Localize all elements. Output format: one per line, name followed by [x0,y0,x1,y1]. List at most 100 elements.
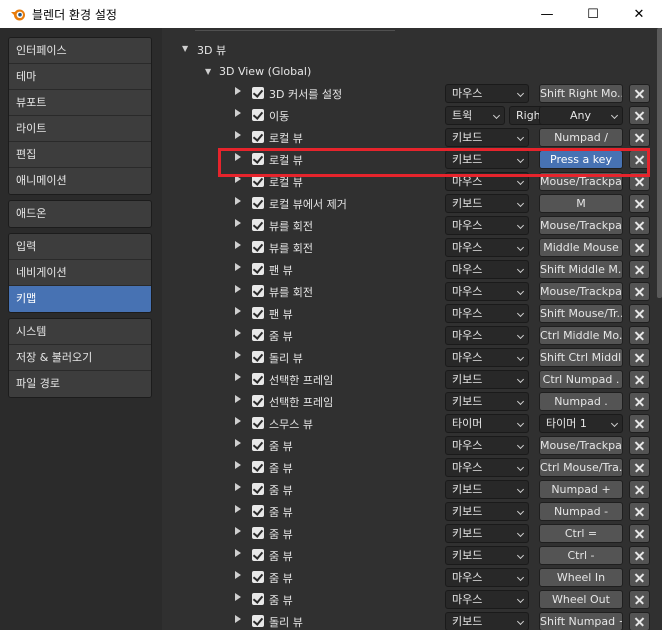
remove-keymap-item-button[interactable] [629,84,650,103]
key-binding-button[interactable]: Shift Numpad + [539,612,623,630]
active-checkbox[interactable] [252,527,264,539]
input-type-dropdown[interactable]: 타이머 [445,414,529,433]
remove-keymap-item-button[interactable] [629,546,650,565]
remove-keymap-item-button[interactable] [629,458,650,477]
remove-keymap-item-button[interactable] [629,370,650,389]
remove-keymap-item-button[interactable] [629,326,650,345]
input-type-dropdown[interactable]: 마우스 [445,568,529,587]
key-binding-button[interactable]: Ctrl - [539,546,623,565]
close-button[interactable]: ✕ [616,0,662,28]
remove-keymap-item-button[interactable] [629,194,650,213]
remove-keymap-item-button[interactable] [629,436,650,455]
active-checkbox[interactable] [252,351,264,363]
input-type-dropdown[interactable]: 마우스 [445,458,529,477]
timer-dropdown[interactable]: 타이머 1 [539,414,623,433]
active-checkbox[interactable] [252,461,264,473]
key-binding-button[interactable]: Shift Right Mo... [539,84,623,103]
sidebar-item-lights[interactable]: 라이트 [9,116,151,142]
expand-row-icon[interactable] [235,549,241,557]
expand-row-icon[interactable] [235,373,241,381]
active-checkbox[interactable] [252,131,264,143]
tweak-modifier-dropdown[interactable]: Any [539,106,623,125]
maximize-button[interactable]: ☐ [570,0,616,28]
key-binding-button[interactable]: Middle Mouse [539,238,623,257]
input-type-dropdown[interactable]: 마우스 [445,238,529,257]
input-type-dropdown[interactable]: 키보드 [445,524,529,543]
active-checkbox[interactable] [252,593,264,605]
input-type-dropdown[interactable]: 키보드 [445,194,529,213]
key-binding-button[interactable]: Shift Mouse/Tr... [539,304,623,323]
expand-row-icon[interactable] [235,615,241,623]
key-binding-button[interactable]: Shift Middle M... [539,260,623,279]
active-checkbox[interactable] [252,571,264,583]
remove-keymap-item-button[interactable] [629,612,650,630]
active-checkbox[interactable] [252,505,264,517]
expand-row-icon[interactable] [235,109,241,117]
key-binding-button[interactable]: Ctrl Numpad . [539,370,623,389]
input-type-dropdown[interactable]: 마우스 [445,326,529,345]
remove-keymap-item-button[interactable] [629,348,650,367]
sidebar-item-interface[interactable]: 인터페이스 [9,38,151,64]
active-checkbox[interactable] [252,197,264,209]
expand-row-icon[interactable] [235,593,241,601]
active-checkbox[interactable] [252,329,264,341]
input-type-dropdown[interactable]: 마우스 [445,84,529,103]
expand-row-icon[interactable] [235,461,241,469]
expand-row-icon[interactable] [235,87,241,95]
expand-row-icon[interactable] [235,329,241,337]
input-type-dropdown[interactable]: 키보드 [445,502,529,521]
sidebar-item-input[interactable]: 입력 [9,234,151,260]
minimize-button[interactable]: — [524,0,570,28]
remove-keymap-item-button[interactable] [629,304,650,323]
expand-row-icon[interactable] [235,263,241,271]
key-binding-button[interactable]: Ctrl Middle Mo... [539,326,623,345]
input-type-dropdown[interactable]: 키보드 [445,128,529,147]
section-3d-view[interactable]: 3D 뷰 [197,42,226,58]
active-checkbox[interactable] [252,615,264,627]
input-type-dropdown[interactable]: 마우스 [445,590,529,609]
remove-keymap-item-button[interactable] [629,480,650,499]
input-type-dropdown[interactable]: 마우스 [445,260,529,279]
expand-subsection-icon[interactable]: ▼ [205,67,211,76]
subsection-3d-view-global[interactable]: 3D View (Global) [219,65,311,78]
active-checkbox[interactable] [252,263,264,275]
key-binding-button[interactable]: Numpad + [539,480,623,499]
active-checkbox[interactable] [252,307,264,319]
remove-keymap-item-button[interactable] [629,238,650,257]
input-type-dropdown[interactable]: 키보드 [445,612,529,630]
expand-row-icon[interactable] [235,571,241,579]
expand-row-icon[interactable] [235,131,241,139]
sidebar-item-navigation[interactable]: 네비게이션 [9,260,151,286]
expand-row-icon[interactable] [235,241,241,249]
expand-row-icon[interactable] [235,307,241,315]
key-binding-button[interactable]: M [539,194,623,213]
input-type-dropdown[interactable]: 마우스 [445,304,529,323]
input-type-dropdown[interactable]: 마우스 [445,282,529,301]
expand-section-icon[interactable]: ▼ [182,44,188,53]
remove-keymap-item-button[interactable] [629,216,650,235]
key-binding-button[interactable]: Wheel Out [539,590,623,609]
remove-keymap-item-button[interactable] [629,590,650,609]
active-checkbox[interactable] [252,417,264,429]
expand-row-icon[interactable] [235,351,241,359]
key-binding-button[interactable]: Wheel In [539,568,623,587]
input-type-dropdown[interactable]: 마우스 [445,348,529,367]
remove-keymap-item-button[interactable] [629,392,650,411]
sidebar-item-save-load[interactable]: 저장 & 불러오기 [9,345,151,371]
sidebar-item-addons[interactable]: 애드온 [9,201,151,227]
expand-row-icon[interactable] [235,527,241,535]
active-checkbox[interactable] [252,285,264,297]
expand-row-icon[interactable] [235,197,241,205]
input-type-dropdown[interactable]: 마우스 [445,436,529,455]
active-checkbox[interactable] [252,87,264,99]
expand-row-icon[interactable] [235,395,241,403]
remove-keymap-item-button[interactable] [629,414,650,433]
input-type-dropdown[interactable]: 키보드 [445,392,529,411]
remove-keymap-item-button[interactable] [629,524,650,543]
key-binding-button[interactable]: Mouse/Trackpa... [539,216,623,235]
key-binding-button[interactable]: Mouse/Trackpa... [539,282,623,301]
active-checkbox[interactable] [252,395,264,407]
sidebar-item-themes[interactable]: 테마 [9,64,151,90]
key-binding-button[interactable]: Shift Ctrl Middl... [539,348,623,367]
expand-row-icon[interactable] [235,219,241,227]
